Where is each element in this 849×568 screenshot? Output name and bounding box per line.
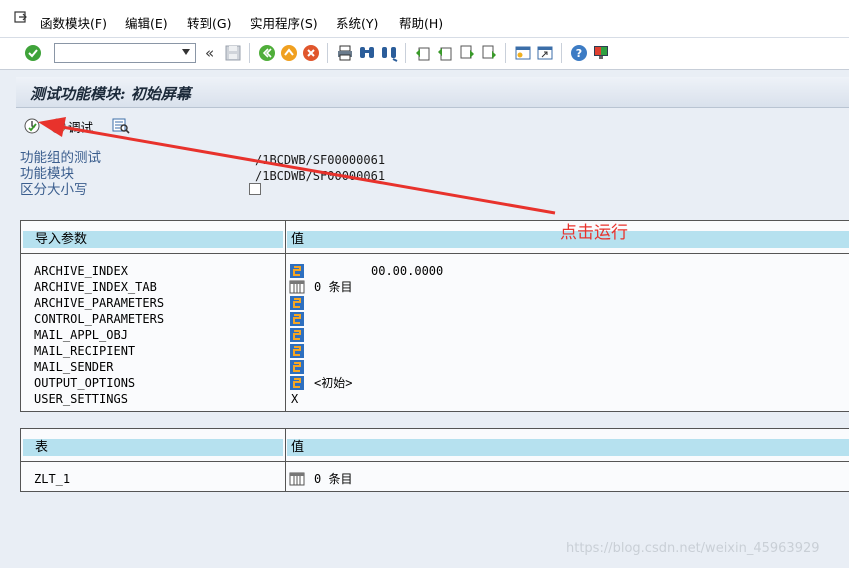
chevron-down-icon[interactable]: [182, 49, 190, 55]
function-module-value: /1BCDWB/SF00000061: [255, 169, 386, 183]
structure-icon[interactable]: [289, 327, 305, 343]
save-icon[interactable]: [224, 44, 242, 62]
table-icon[interactable]: [289, 471, 305, 487]
watermark: https://blog.csdn.net/weixin_45963929: [566, 541, 820, 556]
debug-icon: [50, 118, 66, 134]
system-menu-icon[interactable]: [14, 11, 28, 25]
shortcut-icon[interactable]: [536, 44, 554, 62]
table-param-name: ZLT_1: [34, 472, 71, 486]
column-divider: [285, 429, 286, 491]
command-field[interactable]: [54, 43, 196, 63]
last-page-icon[interactable]: [480, 44, 498, 62]
function-group-label: 功能组的测试: [20, 150, 101, 166]
toolbar-separator: [249, 43, 250, 63]
import-parameters-table: 导入参数 值 ARCHIVE_INDEX 00.00.0000 ARCHIVE_IN…: [20, 220, 849, 412]
page-title: 测试功能模块: 初始屏幕: [30, 85, 191, 103]
cancel-icon[interactable]: [302, 44, 320, 62]
toolbar-separator: [561, 43, 562, 63]
import-param-name: MAIL_RECIPIENT: [34, 344, 136, 358]
create-session-icon[interactable]: [514, 44, 532, 62]
menu-function-module[interactable]: 函数模块(F): [40, 16, 107, 32]
standard-toolbar: « ?: [0, 38, 849, 70]
structure-icon[interactable]: [289, 375, 305, 391]
tables-param-header: 表: [23, 439, 283, 456]
import-param-value[interactable]: X: [291, 391, 298, 407]
function-group-value: /1BCDWB/SF00000061: [255, 153, 386, 167]
import-param-name: OUTPUT_OPTIONS: [34, 376, 136, 390]
header-divider: [21, 253, 849, 254]
menu-edit[interactable]: 编辑(E): [125, 16, 168, 32]
annotation-label: 点击运行: [560, 223, 628, 243]
first-page-icon[interactable]: [414, 44, 432, 62]
toolbar-separator: [505, 43, 506, 63]
menu-goto[interactable]: 转到(G): [187, 16, 231, 32]
customize-layout-icon[interactable]: [592, 44, 610, 62]
table-param-value[interactable]: 0 条目: [314, 471, 352, 487]
tables-value-header: 值: [287, 439, 849, 456]
import-param-header: 导入参数: [23, 231, 283, 248]
import-param-value[interactable]: <初始>: [314, 375, 352, 391]
execute-button[interactable]: [24, 116, 40, 136]
menu-utilities[interactable]: 实用程序(S): [250, 16, 318, 32]
structure-icon[interactable]: [289, 311, 305, 327]
collapse-icon[interactable]: «: [205, 44, 214, 62]
import-param-name: USER_SETTINGS: [34, 392, 128, 406]
column-divider: [285, 221, 286, 411]
application-toolbar: 调试: [16, 112, 849, 140]
menu-system[interactable]: 系统(Y): [336, 16, 378, 32]
header-divider: [21, 461, 849, 462]
structure-icon[interactable]: [289, 295, 305, 311]
menu-bar: 函数模块(F) 编辑(E) 转到(G) 实用程序(S) 系统(Y) 帮助(H): [0, 0, 849, 38]
command-input[interactable]: [55, 44, 175, 62]
case-sensitive-label: 区分大小写: [20, 182, 88, 198]
previous-page-icon[interactable]: [436, 44, 454, 62]
import-param-name: ARCHIVE_PARAMETERS: [34, 296, 165, 310]
case-sensitive-checkbox[interactable]: [249, 183, 261, 195]
debug-button[interactable]: 调试: [50, 116, 93, 136]
toolbar-separator: [405, 43, 406, 63]
next-page-icon[interactable]: [458, 44, 476, 62]
import-param-name: ARCHIVE_INDEX_TAB: [34, 280, 157, 294]
exit-icon[interactable]: [280, 44, 298, 62]
enter-icon[interactable]: [24, 44, 42, 62]
help-icon[interactable]: ?: [570, 44, 588, 62]
tables-table: 表 值 ZLT_1 0 条目: [20, 428, 849, 492]
import-param-value[interactable]: 0 条目: [314, 279, 352, 295]
execute-icon: [24, 118, 40, 134]
toolbar-separator: [327, 43, 328, 63]
test-data-icon: [112, 118, 130, 134]
debug-label: 调试: [68, 119, 94, 135]
screen-title-bar: 测试功能模块: 初始屏幕: [16, 77, 849, 108]
import-param-value[interactable]: 00.00.0000: [371, 263, 443, 279]
import-param-name: ARCHIVE_INDEX: [34, 264, 128, 278]
import-param-name: MAIL_APPL_OBJ: [34, 328, 128, 342]
back-icon[interactable]: [258, 44, 276, 62]
menu-help[interactable]: 帮助(H): [399, 16, 443, 32]
svg-text:?: ?: [576, 47, 582, 60]
structure-icon[interactable]: [289, 343, 305, 359]
print-icon[interactable]: [336, 44, 354, 62]
function-module-label: 功能模块: [20, 166, 74, 182]
structure-icon[interactable]: [289, 263, 305, 279]
table-icon[interactable]: [289, 279, 305, 295]
test-sequence-button[interactable]: [112, 116, 130, 136]
import-param-name: CONTROL_PARAMETERS: [34, 312, 165, 326]
find-next-icon[interactable]: [380, 44, 398, 62]
find-icon[interactable]: [358, 44, 376, 62]
structure-icon[interactable]: [289, 359, 305, 375]
import-param-name: MAIL_SENDER: [34, 360, 114, 374]
